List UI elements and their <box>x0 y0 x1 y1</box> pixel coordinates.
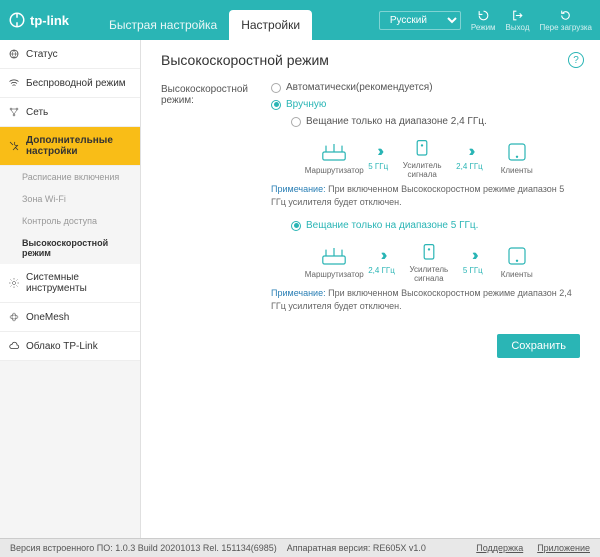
note-24ghz: Примечание: При включенном Высокоскорост… <box>271 183 580 208</box>
diagram-router: Маршрутизатор <box>306 140 362 175</box>
app-link[interactable]: Приложение <box>537 543 590 553</box>
arrow-5ghz: ›››››5 ГГц <box>463 247 483 275</box>
arrow-24ghz: ›››››2,4 ГГц <box>456 143 483 171</box>
sidebar-item-wireless[interactable]: Беспроводной режим <box>0 69 140 98</box>
radio-auto[interactable]: Автоматически(рекомендуется) <box>271 82 580 93</box>
clients-icon <box>501 244 533 268</box>
reboot-icon <box>559 9 572 22</box>
arrow-24ghz: ›››››2,4 ГГц <box>368 247 395 275</box>
arrow-5ghz: ›››››5 ГГц <box>368 143 388 171</box>
radio-icon <box>291 117 301 127</box>
save-button[interactable]: Сохранить <box>497 334 580 358</box>
network-icon <box>8 106 20 118</box>
sidebar-item-network[interactable]: Сеть <box>0 98 140 127</box>
mode-icon <box>477 9 490 22</box>
sidebar-item-system[interactable]: Системные инструменты <box>0 264 140 303</box>
topbar-right: Русский Режим Выход Пере загрузка <box>379 9 592 32</box>
diagram-router: Маршрутизатор <box>306 244 362 279</box>
clients-icon <box>501 140 533 164</box>
sidebar-item-cloud[interactable]: Облако TP-Link <box>0 332 140 361</box>
tab-quick-setup[interactable]: Быстрая настройка <box>97 10 229 40</box>
diagram-clients: Клиенты <box>489 244 545 279</box>
mode-button[interactable]: Режим <box>471 9 496 32</box>
footer: Версия встроенного ПО: 1.0.3 Build 20201… <box>0 538 600 557</box>
sidebar-sub-highspeed[interactable]: Высокоскоростной режим <box>0 232 140 264</box>
fw-version: Версия встроенного ПО: 1.0.3 Build 20201… <box>10 543 277 553</box>
diagram-extender: Усилитель сигнала <box>394 135 450 179</box>
radio-24ghz[interactable]: Вещание только на диапазоне 2,4 ГГц. <box>291 116 580 127</box>
wifi-icon <box>8 77 20 89</box>
main-tabs: Быстрая настройка Настройки <box>97 0 312 40</box>
reboot-button[interactable]: Пере загрузка <box>539 9 592 32</box>
sidebar-sub-access[interactable]: Контроль доступа <box>0 210 140 232</box>
sidebar-item-status[interactable]: Статус <box>0 40 140 69</box>
radio-5ghz[interactable]: Вещание только на диапазоне 5 ГГц. <box>291 220 580 231</box>
router-icon <box>318 244 350 268</box>
extender-icon <box>413 239 445 263</box>
diagram-extender: Усилитель сигнала <box>401 239 457 283</box>
sidebar: Статус Беспроводной режим Сеть Дополните… <box>0 40 141 538</box>
sidebar-item-advanced[interactable]: Дополнительные настройки <box>0 127 140 166</box>
diagram-5ghz: Маршрутизатор ›››››2,4 ГГц Усилитель сиг… <box>271 239 580 283</box>
radio-icon <box>271 83 281 93</box>
logout-button[interactable]: Выход <box>506 9 530 32</box>
help-button[interactable]: ? <box>568 52 584 68</box>
language-select[interactable]: Русский <box>379 11 461 30</box>
onemesh-icon <box>8 311 20 323</box>
extender-icon <box>406 135 438 159</box>
gear-icon <box>8 277 20 289</box>
diagram-24ghz: Маршрутизатор ›››››5 ГГц Усилитель сигна… <box>271 135 580 179</box>
cloud-icon <box>8 340 20 352</box>
content-pane: ? Высокоскоростной режим Высокоскоростно… <box>141 40 600 538</box>
radio-icon <box>271 100 281 110</box>
note-5ghz: Примечание: При включенном Высокоскорост… <box>271 287 580 312</box>
logo: tp-link <box>8 11 69 29</box>
mode-label: Высокоскоростной режим: <box>161 82 271 324</box>
support-link[interactable]: Поддержка <box>476 543 523 553</box>
sidebar-sub-schedule[interactable]: Расписание включения <box>0 166 140 188</box>
globe-icon <box>8 48 20 60</box>
radio-icon <box>291 221 301 231</box>
sidebar-sub-zone[interactable]: Зона Wi-Fi <box>0 188 140 210</box>
router-icon <box>318 140 350 164</box>
tplink-logo-icon <box>8 11 26 29</box>
tab-settings[interactable]: Настройки <box>229 10 312 40</box>
diagram-clients: Клиенты <box>489 140 545 175</box>
radio-manual[interactable]: Вручную <box>271 99 580 110</box>
tools-icon <box>8 140 20 152</box>
logout-icon <box>511 9 524 22</box>
topbar: tp-link Быстрая настройка Настройки Русс… <box>0 0 600 40</box>
brand-text: tp-link <box>30 13 69 28</box>
sidebar-item-onemesh[interactable]: OneMesh <box>0 303 140 332</box>
page-title: Высокоскоростной режим <box>161 52 580 68</box>
hw-version: Аппаратная версия: RE605X v1.0 <box>287 543 426 553</box>
